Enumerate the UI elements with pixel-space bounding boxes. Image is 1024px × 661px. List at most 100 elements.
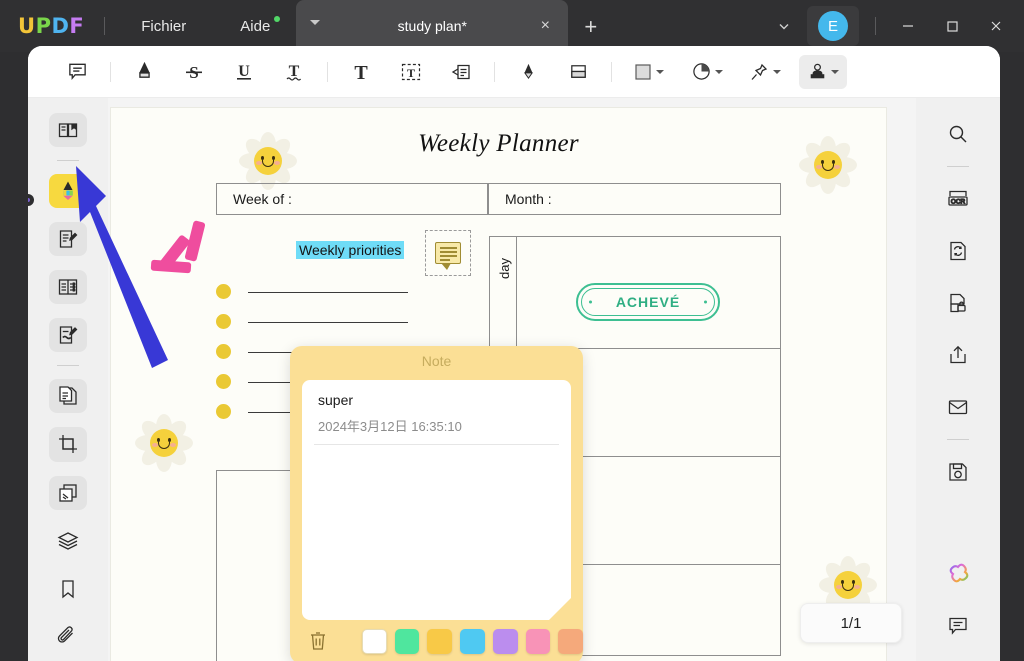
tab-study-plan[interactable]: study plan* × bbox=[296, 0, 569, 52]
note-color-blue[interactable] bbox=[460, 628, 485, 654]
note-body-input[interactable] bbox=[318, 454, 555, 608]
share-icon[interactable] bbox=[939, 336, 977, 374]
sidebar-item-layers[interactable] bbox=[49, 524, 87, 558]
sidebar-item-edit-pdf[interactable] bbox=[49, 222, 87, 257]
maximize-button[interactable] bbox=[930, 0, 974, 52]
sidebar-item-bookmark[interactable] bbox=[49, 572, 87, 606]
titlebar-right-controls: E bbox=[767, 0, 1024, 52]
sticky-note-annotation[interactable] bbox=[425, 230, 471, 276]
titlebar-divider bbox=[104, 17, 106, 35]
sidebar-item-comment[interactable] bbox=[49, 174, 87, 209]
tab-list-chevron-down-icon[interactable] bbox=[767, 9, 801, 43]
note-color-orange[interactable] bbox=[558, 628, 584, 654]
comment-note-icon[interactable] bbox=[57, 55, 97, 89]
eraser-icon[interactable] bbox=[558, 55, 598, 89]
note-color-green[interactable] bbox=[394, 628, 420, 654]
protect-lock-icon[interactable] bbox=[939, 284, 977, 322]
convert-icon[interactable] bbox=[939, 232, 977, 270]
sidebar-item-batch[interactable] bbox=[49, 475, 87, 510]
note-content-card[interactable]: super 2024年3月12日 16:35:10 bbox=[302, 380, 571, 620]
avatar: E bbox=[818, 11, 848, 41]
page-indicator[interactable]: 1/1 bbox=[800, 603, 902, 643]
minimize-button[interactable] bbox=[886, 0, 930, 52]
app-shell: S U T T T OCR Weekly Planner Week of: M… bbox=[28, 46, 1000, 661]
sticker-dropdown-caret-icon[interactable] bbox=[714, 69, 723, 74]
note-color-purple[interactable] bbox=[492, 628, 518, 654]
note-color-yellow[interactable] bbox=[427, 628, 453, 654]
sidebar-item-sign-pdf[interactable] bbox=[49, 318, 87, 353]
weekly-priorities-highlight[interactable]: Weekly priorities bbox=[296, 241, 405, 259]
shape-dropdown-caret-icon[interactable] bbox=[656, 69, 664, 74]
squiggly-underline-icon[interactable]: T bbox=[274, 55, 314, 89]
note-author: super bbox=[318, 392, 354, 408]
week-of-field[interactable]: Week of : bbox=[216, 183, 488, 215]
note-popup-title: Note bbox=[421, 353, 452, 369]
pushpin-icon[interactable] bbox=[741, 55, 789, 89]
menu-fichier[interactable]: Fichier bbox=[129, 12, 198, 41]
title-bar: U P D F Fichier Aide study plan* × + E bbox=[0, 0, 1024, 52]
right-rail-divider-1 bbox=[947, 166, 969, 167]
text-callout-icon[interactable] bbox=[441, 55, 481, 89]
sidebar-item-organize-pages[interactable] bbox=[49, 270, 87, 305]
comment-list-icon[interactable] bbox=[939, 607, 977, 645]
text-box-icon[interactable]: T bbox=[391, 55, 431, 89]
toolbar-divider-3 bbox=[494, 61, 495, 82]
stamp-icon[interactable] bbox=[799, 54, 847, 89]
svg-text:T: T bbox=[289, 63, 300, 80]
stamp-label: ACHEVÉ bbox=[615, 294, 681, 310]
note-toolbar bbox=[290, 618, 584, 661]
tab-strip: study plan* × + bbox=[296, 0, 597, 52]
logo-letter-d: D bbox=[51, 14, 70, 38]
note-color-white[interactable] bbox=[362, 628, 387, 654]
day-label-vertical: day bbox=[497, 258, 512, 279]
note-popup-panel[interactable]: Note super 2024年3月12日 16:35:10 bbox=[290, 346, 584, 661]
acheve-stamp[interactable]: ACHEVÉ bbox=[576, 283, 720, 321]
highlighter-icon[interactable] bbox=[124, 55, 164, 89]
note-color-pink[interactable] bbox=[525, 628, 551, 654]
page-title: Weekly Planner bbox=[418, 130, 579, 157]
ai-assistant-icon[interactable] bbox=[939, 555, 977, 593]
text-icon[interactable]: T bbox=[341, 55, 381, 89]
svg-text:OCR: OCR bbox=[951, 198, 966, 205]
month-label: Month : bbox=[505, 191, 552, 207]
sidebar-item-convert[interactable] bbox=[49, 379, 87, 414]
account-button[interactable]: E bbox=[807, 6, 859, 46]
left-rail-divider-1 bbox=[57, 160, 79, 161]
document-canvas[interactable]: Weekly Planner Week of: Month: Weekly … bbox=[108, 98, 916, 661]
search-icon[interactable] bbox=[939, 115, 977, 153]
sidebar-item-crop[interactable] bbox=[49, 427, 87, 462]
aide-notification-dot bbox=[274, 15, 281, 22]
logo-letter-f: F bbox=[69, 14, 85, 38]
delete-note-icon[interactable] bbox=[308, 630, 328, 652]
rail-collapse-handle[interactable] bbox=[28, 194, 34, 206]
email-icon[interactable] bbox=[939, 388, 977, 426]
stamp-dropdown-caret-icon[interactable] bbox=[830, 69, 839, 74]
menu-aide-label: Aide bbox=[240, 17, 271, 35]
new-tab-button[interactable]: + bbox=[584, 16, 597, 38]
toolbar-divider bbox=[110, 61, 111, 82]
sidebar-item-attachment[interactable] bbox=[49, 620, 87, 654]
sidebar-item-reader[interactable] bbox=[49, 113, 87, 148]
menu-aide[interactable]: Aide bbox=[228, 12, 282, 41]
window-controls-divider bbox=[875, 17, 876, 35]
pushpin-dropdown-caret-icon[interactable] bbox=[773, 69, 781, 74]
save-icon[interactable] bbox=[939, 453, 977, 491]
close-button[interactable] bbox=[974, 0, 1018, 52]
shape-square-icon[interactable] bbox=[625, 55, 673, 89]
right-tool-rail: OCR bbox=[916, 98, 1000, 661]
daisy-decoration-left bbox=[129, 408, 199, 478]
strikethrough-icon[interactable]: S bbox=[174, 55, 214, 89]
month-field[interactable]: Month : bbox=[488, 183, 781, 215]
svg-text:T: T bbox=[407, 66, 415, 80]
marker-stroke[interactable] bbox=[150, 259, 192, 274]
updf-logo: U P D F bbox=[18, 14, 84, 38]
week-of-label: Week of : bbox=[233, 191, 292, 207]
pencil-icon[interactable] bbox=[508, 55, 548, 89]
left-tool-rail bbox=[28, 98, 108, 661]
ocr-icon[interactable]: OCR bbox=[939, 180, 977, 218]
sticker-icon[interactable] bbox=[683, 55, 731, 89]
annotation-toolbar: S U T T T bbox=[28, 46, 1000, 98]
tab-menu-caret-icon[interactable] bbox=[310, 20, 321, 25]
tab-close-icon[interactable]: × bbox=[536, 17, 554, 35]
underline-icon[interactable]: U bbox=[224, 55, 264, 89]
